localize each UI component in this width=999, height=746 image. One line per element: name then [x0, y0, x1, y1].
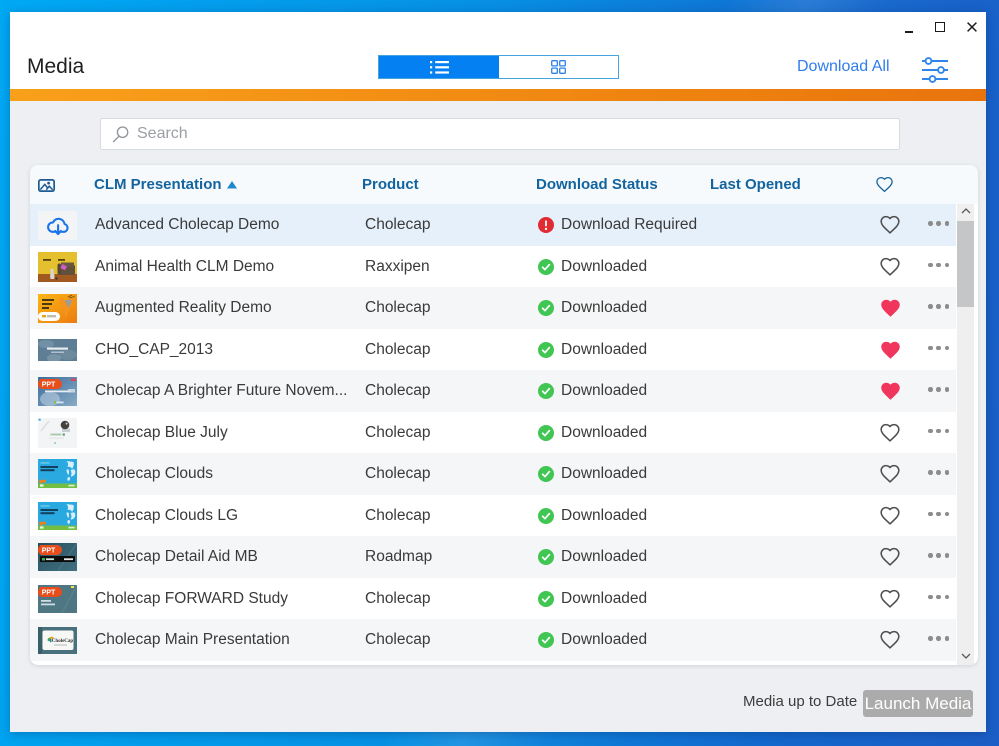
svg-text:PPT: PPT — [42, 381, 56, 388]
svg-text:PPT: PPT — [42, 547, 56, 554]
svg-text:PPT: PPT — [42, 589, 56, 596]
svg-text:CholeCap: CholeCap — [52, 639, 74, 644]
